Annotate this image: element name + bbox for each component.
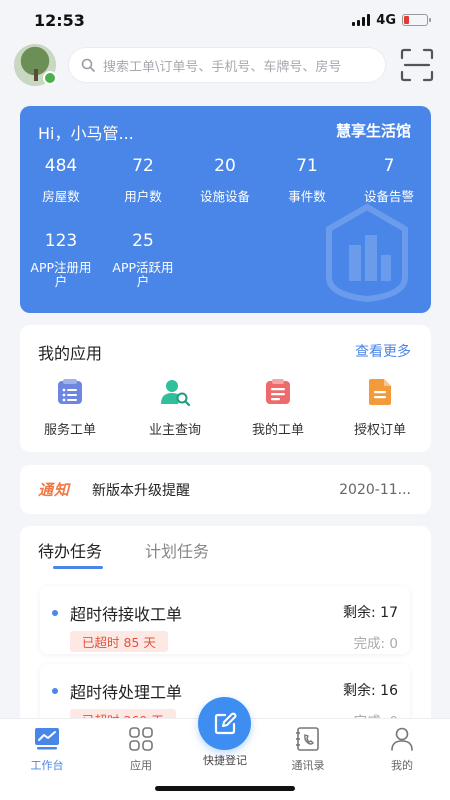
- notice-date: 2020-11...: [339, 481, 411, 498]
- stat-label: APP活跃用户: [112, 260, 174, 289]
- stat-app-active[interactable]: 25 APP活跃用户: [102, 231, 184, 289]
- bullet-dot: [52, 610, 58, 616]
- stat-users[interactable]: 72 用户数: [102, 156, 184, 204]
- online-badge: [43, 71, 57, 85]
- tab-label: 应用: [130, 759, 152, 772]
- scan-icon[interactable]: [400, 48, 434, 82]
- bullet-dot: [52, 688, 58, 694]
- tab-label: 通讯录: [291, 759, 325, 772]
- app-service-orders[interactable]: 服务工单: [25, 377, 115, 438]
- search-bar[interactable]: 搜索工单\订单号、手机号、车牌号、房号: [68, 47, 386, 83]
- clipboard-icon: [266, 379, 290, 404]
- stat-alarms[interactable]: 7 设备告警: [348, 156, 430, 204]
- stat-events[interactable]: 71 事件数: [266, 156, 348, 204]
- tab-underline: [53, 566, 103, 569]
- tab-planned[interactable]: 计划任务: [145, 538, 209, 562]
- tab-label: 我的: [391, 759, 413, 772]
- notice-title[interactable]: 新版本升级提醒: [92, 480, 339, 500]
- stat-value: 484: [44, 156, 78, 176]
- task-item[interactable]: 超时待接收工单 已超时 85 天 剩余: 17 完成: 0: [40, 586, 410, 654]
- stat-label: APP注册用户: [30, 260, 92, 289]
- my-apps-card: 我的应用 查看更多 服务工单 业主查询 我的工单 授权订单: [20, 325, 431, 452]
- overview-card: Hi，小马管... 慧享生活馆 484 房屋数 72 用户数 20 设施设备 7…: [20, 106, 431, 313]
- stat-value: 71: [296, 156, 318, 176]
- app-my-orders[interactable]: 我的工单: [233, 377, 323, 438]
- stat-value: 7: [383, 156, 395, 176]
- user-search-icon: [161, 380, 190, 407]
- notice-tag: 通知: [38, 481, 71, 499]
- tab-profile[interactable]: 我的: [362, 727, 442, 773]
- stat-value: 25: [132, 231, 154, 251]
- task-name: 超时待处理工单: [70, 683, 183, 702]
- tab-todo[interactable]: 待办任务: [38, 538, 102, 562]
- status-bar: 12:53 4G: [0, 0, 450, 40]
- home-indicator: [155, 786, 295, 791]
- edit-icon: [214, 712, 236, 734]
- clock: 12:53: [34, 10, 85, 30]
- tab-label: 工作台: [30, 759, 64, 772]
- stat-value: 123: [44, 231, 78, 251]
- task-name: 超时待接收工单: [70, 605, 183, 624]
- task-remaining: 剩余: 17: [343, 605, 398, 621]
- app-label: 我的工单: [251, 423, 304, 438]
- top-header: 搜索工单\订单号、手机号、车牌号、房号: [0, 44, 450, 86]
- quick-register-label: 快捷登记: [203, 754, 247, 767]
- overdue-badge: 已超时 85 天: [70, 631, 168, 652]
- dashboard-icon: [35, 728, 59, 750]
- tab-contacts[interactable]: 通讯录: [268, 727, 348, 773]
- network-type: 4G: [376, 12, 396, 28]
- stat-label: 用户数: [124, 189, 162, 204]
- app-owner-query[interactable]: 业主查询: [130, 377, 220, 438]
- stat-value: 20: [214, 156, 236, 176]
- section-title: 我的应用: [38, 344, 103, 363]
- building-watermark-icon: [326, 203, 408, 303]
- app-authorized-orders[interactable]: 授权订单: [335, 377, 425, 438]
- document-icon: [369, 379, 391, 405]
- tab-apps[interactable]: 应用: [101, 727, 181, 773]
- list-icon: [58, 379, 82, 404]
- profile-icon: [391, 727, 413, 751]
- app-label: 授权订单: [353, 423, 406, 438]
- task-done: 完成: 0: [353, 636, 398, 652]
- signal-icon: [352, 14, 371, 26]
- search-input[interactable]: 搜索工单\订单号、手机号、车牌号、房号: [103, 56, 341, 75]
- search-icon: [81, 58, 95, 72]
- stat-label: 设施设备: [199, 189, 250, 204]
- status-indicators: 4G: [352, 12, 431, 28]
- avatar[interactable]: [14, 44, 57, 86]
- battery-icon: [402, 14, 431, 26]
- apps-grid-icon: [129, 727, 153, 751]
- app-label: 服务工单: [43, 423, 96, 438]
- community-name[interactable]: 慧享生活馆: [336, 120, 411, 141]
- app-label: 业主查询: [148, 423, 201, 438]
- tab-workbench[interactable]: 工作台: [7, 727, 87, 773]
- greeting: Hi，小马管...: [38, 124, 134, 143]
- task-remaining: 剩余: 16: [343, 683, 398, 699]
- stat-value: 72: [132, 156, 154, 176]
- stat-label: 房屋数: [42, 189, 80, 204]
- notice-bar[interactable]: 通知 新版本升级提醒 2020-11...: [20, 465, 431, 514]
- stat-facilities[interactable]: 20 设施设备: [184, 156, 266, 204]
- view-more-link[interactable]: 查看更多: [355, 341, 411, 361]
- stat-houses[interactable]: 484 房屋数: [20, 156, 102, 204]
- stat-app-registered[interactable]: 123 APP注册用户: [20, 231, 102, 289]
- contacts-icon: [296, 727, 319, 751]
- quick-register-button[interactable]: [198, 697, 251, 750]
